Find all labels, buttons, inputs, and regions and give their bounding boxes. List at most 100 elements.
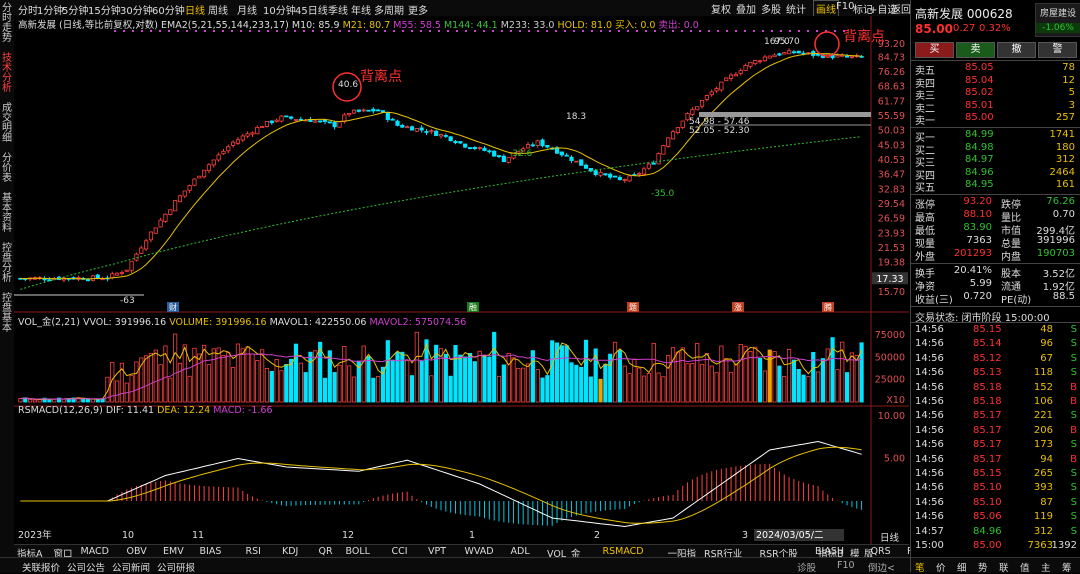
trade-button-2[interactable]: 撤: [997, 42, 1036, 58]
sector-box[interactable]: 房屋建设 -1.06%: [1035, 3, 1080, 37]
candle-body: [487, 150, 492, 153]
indicator-tab-3[interactable]: OBV: [127, 546, 147, 557]
period-tab-5[interactable]: 60分钟: [152, 2, 185, 17]
period-tab-10[interactable]: 45日线: [295, 2, 328, 17]
volume-bar: [429, 375, 434, 403]
candle-body: [448, 136, 453, 142]
left-tab-0[interactable]: 分时走势: [1, 4, 13, 44]
toolbar-button-8[interactable]: 返回: [891, 1, 911, 16]
order-row: 买五 84.95 161: [915, 179, 1077, 194]
toolbar-button-1[interactable]: 叠加: [736, 1, 756, 16]
period-tab-11[interactable]: 季线: [328, 2, 348, 17]
trade-button-3[interactable]: 警: [1038, 42, 1077, 58]
tick-volume: 393: [1033, 482, 1053, 494]
candle-body: [637, 173, 642, 175]
period-tab-6[interactable]: 日线: [185, 2, 205, 17]
candle-body: [139, 247, 144, 254]
period-tab-9[interactable]: 10分钟: [263, 2, 296, 17]
indicator-tab-10[interactable]: CCI: [392, 546, 408, 557]
price-pct: 0.32%: [979, 23, 1011, 34]
indicator-tab-8[interactable]: QR: [319, 546, 333, 557]
x-axis-label: 1: [469, 530, 475, 541]
tick-list[interactable]: 14:56 85.15 48 S 14:56 85.14 96 S 14:56 85.12 67 S 1…: [911, 324, 1080, 556]
left-tab-2[interactable]: 成交明细: [1, 104, 13, 144]
volume-bar: [709, 365, 714, 403]
stat-value: 20.41%: [953, 265, 992, 276]
left-tab-1[interactable]: 技术分析: [1, 54, 13, 94]
volume-bar: [859, 342, 864, 403]
period-tab-8[interactable]: 月线: [237, 2, 257, 17]
period-tab-4[interactable]: 30分钟: [120, 2, 153, 17]
signal-dot: [834, 30, 836, 32]
period-label: 日线: [880, 532, 900, 544]
volume-bar: [637, 367, 642, 403]
status-item-5[interactable]: F10: [837, 560, 855, 571]
order-price: 84.98: [965, 141, 994, 153]
stat-value: 76.26: [1046, 196, 1075, 207]
indicator-tab-13[interactable]: ADL: [511, 546, 530, 557]
divergence-label-2: 背离点: [843, 29, 885, 45]
trade-button-1[interactable]: 卖: [956, 42, 995, 58]
stat-row: 最高 88.10 量比 0.70: [915, 209, 1077, 224]
toolbar-button-0[interactable]: 复权: [711, 1, 731, 16]
volume-bar: [385, 340, 390, 403]
period-tab-14[interactable]: 更多: [408, 2, 428, 17]
toolbar-button-5[interactable]: F10: [836, 1, 854, 12]
tick-side: B: [1070, 396, 1077, 407]
order-price: 85.04: [965, 74, 994, 86]
candle-body: [144, 240, 149, 250]
candle-body: [782, 52, 787, 55]
candle-body: [733, 73, 738, 77]
tick-volume: 67: [1040, 352, 1053, 364]
left-tab-3[interactable]: 分价表: [1, 154, 13, 184]
indicator-tab-2[interactable]: MACD: [81, 546, 109, 557]
left-tab-6[interactable]: 控盘基本: [1, 294, 13, 334]
period-tab-13[interactable]: 多周期: [374, 2, 404, 17]
order-volume: 161: [1055, 179, 1075, 191]
volume-bar: [516, 367, 521, 403]
indicator-tab-15[interactable]: RSMACD: [603, 546, 644, 557]
stock-chart[interactable]: 167.095.7040.618.3-32.6-35.0-6354.98 - 5…: [14, 16, 909, 544]
indicator-tab-9[interactable]: BOLL: [346, 546, 370, 557]
volume-bar: [289, 358, 294, 403]
period-tab-1[interactable]: 1分钟: [37, 2, 63, 17]
period-tab-0[interactable]: 分时: [18, 2, 38, 17]
volume-bar: [646, 373, 651, 403]
volume-bar: [298, 362, 303, 403]
volume-bar: [675, 351, 680, 403]
volume-bar: [448, 375, 453, 403]
indicator-tab-6[interactable]: RSI: [246, 546, 261, 557]
m233-value: M233: 33.0: [500, 20, 555, 31]
indicator-tab-5[interactable]: BIAS: [200, 546, 222, 557]
trade-button-0[interactable]: 买: [915, 42, 954, 58]
toolbar-button-2[interactable]: 多股: [761, 1, 781, 16]
left-tab-5[interactable]: 控盘分析: [1, 244, 13, 284]
volume-bar: [748, 350, 753, 403]
candle-body: [530, 144, 535, 147]
trade-buttons: 买卖撤警: [915, 42, 1079, 58]
candle-body: [366, 109, 371, 112]
volume-bar: [260, 349, 265, 403]
volume-bar: [202, 344, 207, 403]
period-tab-2[interactable]: 5分钟: [62, 2, 88, 17]
order-row: 卖五 85.05 78: [915, 62, 1077, 77]
order-volume: 257: [1055, 112, 1075, 124]
toolbar-button-3[interactable]: 统计: [786, 1, 806, 16]
indicator-tab-4[interactable]: EMV: [163, 546, 184, 557]
volume-bar: [511, 357, 516, 403]
indicator-tab-7[interactable]: KDJ: [282, 546, 298, 557]
period-tab-12[interactable]: 年线: [351, 2, 371, 17]
candle-body: [438, 134, 444, 137]
indicator-tab-11[interactable]: VPT: [428, 546, 446, 557]
indicator-tab-12[interactable]: WVAD: [465, 546, 494, 557]
tick-time: 14:56: [915, 453, 944, 465]
candle-body: [158, 219, 163, 228]
volume-bar: [86, 399, 91, 403]
period-tab-7[interactable]: 周线: [208, 2, 228, 17]
period-tab-3[interactable]: 15分钟: [88, 2, 121, 17]
volume-bar: [371, 377, 376, 403]
price-tick: 26.59: [878, 214, 905, 225]
volume-bar: [332, 372, 337, 403]
left-tab-4[interactable]: 基本资料: [1, 194, 13, 234]
volume-bar: [27, 399, 33, 403]
